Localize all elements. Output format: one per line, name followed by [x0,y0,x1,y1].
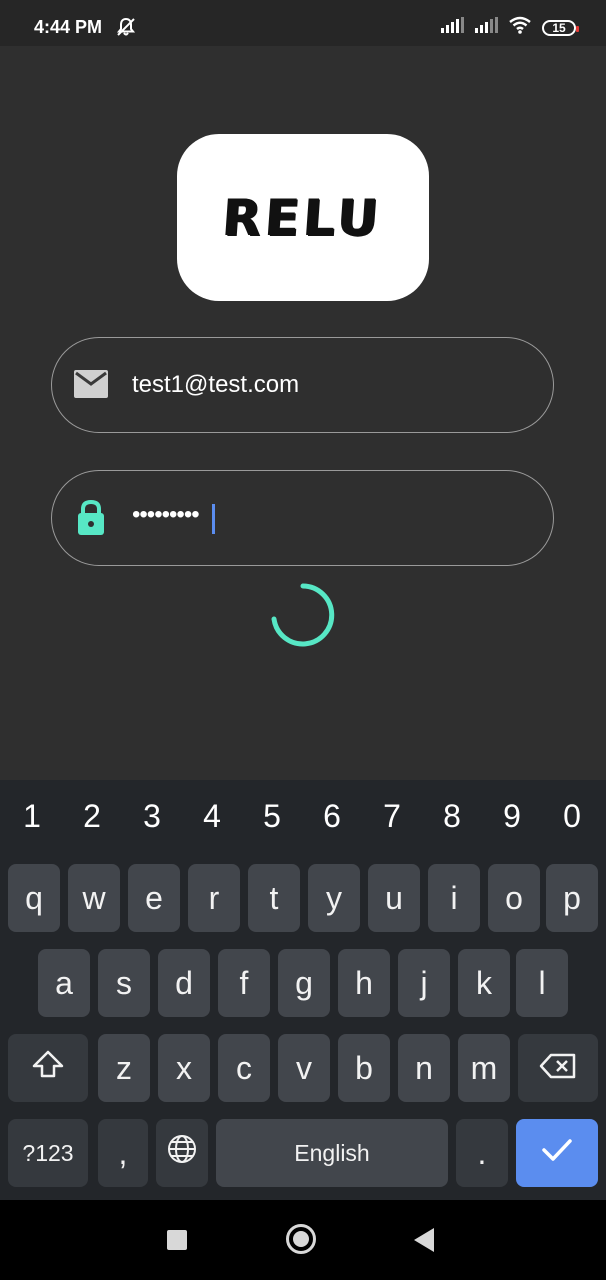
logo-text: RELU [221,188,385,247]
navigation-bar [0,1200,606,1280]
key-e[interactable]: e [128,864,180,932]
status-bar: 4:44 PM 15 [0,0,606,46]
key-c[interactable]: c [218,1034,270,1102]
key-u[interactable]: u [368,864,420,932]
key-k[interactable]: k [458,949,510,1017]
key-t[interactable]: t [248,864,300,932]
key-4[interactable]: 4 [192,798,232,835]
shift-icon [31,1049,65,1087]
key-m[interactable]: m [458,1034,510,1102]
space-key[interactable]: English [216,1119,448,1187]
key-g[interactable]: g [278,949,330,1017]
comma-key[interactable]: , [98,1119,148,1187]
key-r[interactable]: r [188,864,240,932]
bell-off-icon [116,17,136,42]
number-row: 1 2 3 4 5 6 7 8 9 0 [0,780,606,858]
text-caret [212,504,215,534]
backspace-icon [539,1050,577,1087]
symbols-key[interactable]: ?123 [8,1119,88,1187]
loading-spinner [269,581,337,654]
checkmark-icon [540,1135,574,1172]
key-0[interactable]: 0 [552,798,592,835]
key-2[interactable]: 2 [72,798,112,835]
period-key[interactable]: . [456,1119,508,1187]
key-6[interactable]: 6 [312,798,352,835]
key-f[interactable]: f [218,949,270,1017]
password-value: ••••••••• [132,501,200,528]
key-j[interactable]: j [398,949,450,1017]
key-n[interactable]: n [398,1034,450,1102]
space-key-label: English [294,1139,370,1166]
key-3[interactable]: 3 [132,798,172,835]
status-time: 4:44 PM [34,17,103,37]
key-d[interactable]: d [158,949,210,1017]
key-5[interactable]: 5 [252,798,292,835]
back-icon[interactable] [414,1228,434,1252]
home-icon[interactable] [286,1224,316,1254]
language-key[interactable] [156,1119,208,1187]
recents-icon[interactable] [167,1230,187,1250]
mail-icon [74,370,108,403]
email-field[interactable]: test1@test.com [51,337,554,433]
symbols-key-label: ?123 [22,1139,74,1166]
shift-key[interactable] [8,1034,88,1102]
key-s[interactable]: s [98,949,150,1017]
key-v[interactable]: v [278,1034,330,1102]
key-8[interactable]: 8 [432,798,472,835]
key-w[interactable]: w [68,864,120,932]
signal-icon [474,17,498,38]
battery-level: 15 [552,20,566,35]
enter-key[interactable] [516,1119,598,1187]
key-b[interactable]: b [338,1034,390,1102]
wifi-icon [508,16,532,39]
lock-icon [76,499,106,540]
key-l[interactable]: l [516,949,568,1017]
key-7[interactable]: 7 [372,798,412,835]
key-o[interactable]: o [488,864,540,932]
key-x[interactable]: x [158,1034,210,1102]
soft-keyboard: 1 2 3 4 5 6 7 8 9 0 q w e r t y u i o p … [0,780,606,1200]
backspace-key[interactable] [518,1034,598,1102]
app-logo: RELU [177,134,429,301]
signal-icon [440,17,464,38]
key-q[interactable]: q [8,864,60,932]
key-h[interactable]: h [338,949,390,1017]
key-p[interactable]: p [546,864,598,932]
key-z[interactable]: z [98,1034,150,1102]
globe-icon [166,1133,198,1173]
battery-icon: 15 [542,19,579,36]
email-value: test1@test.com [132,371,300,398]
password-field[interactable]: ••••••••• [51,470,554,566]
key-y[interactable]: y [308,864,360,932]
key-9[interactable]: 9 [492,798,532,835]
key-1[interactable]: 1 [12,798,52,835]
key-i[interactable]: i [428,864,480,932]
key-a[interactable]: a [38,949,90,1017]
